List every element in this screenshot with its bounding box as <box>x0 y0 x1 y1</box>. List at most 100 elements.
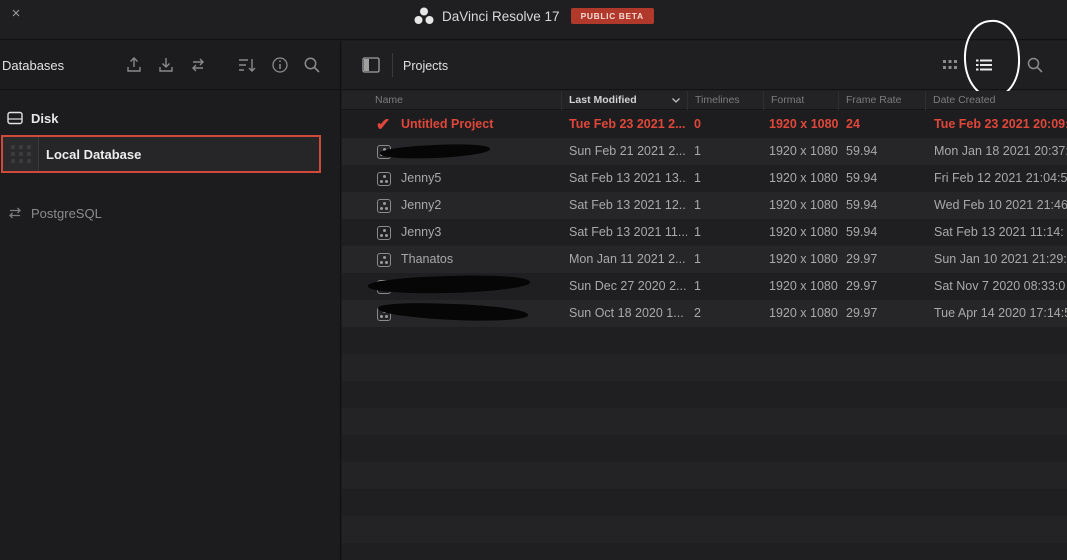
davinci-logo-icon <box>414 7 434 24</box>
empty-row <box>342 489 1067 516</box>
search-icon[interactable] <box>302 55 322 75</box>
column-header-format[interactable]: Format <box>764 91 839 110</box>
empty-row <box>342 408 1067 435</box>
table-row[interactable]: Jenny2 Sat Feb 13 2021 12... 1 1920 x 10… <box>342 192 1067 219</box>
info-icon[interactable] <box>270 55 290 75</box>
table-row[interactable]: Jenny3 Sat Feb 13 2021 11... 1 1920 x 10… <box>342 219 1067 246</box>
databases-panel: Databases Disk Local Database PostgreSQL <box>0 41 341 560</box>
empty-row <box>342 462 1067 489</box>
disk-section-header: Disk <box>0 107 58 129</box>
switch-database-icon[interactable] <box>188 55 208 75</box>
projects-panel: Projects Name Last Modified Timelines Fo… <box>342 18 1067 560</box>
format: 1920 x 1080 <box>769 279 838 293</box>
last-modified: Sat Feb 13 2021 11... <box>569 225 687 239</box>
format: 1920 x 1080 <box>769 198 838 212</box>
timelines: 0 <box>694 117 701 131</box>
table-row[interactable]: Thanatos Mon Jan 11 2021 2... 1 1920 x 1… <box>342 246 1067 273</box>
empty-row <box>342 381 1067 408</box>
project-name: Untitled Project <box>401 117 494 131</box>
public-beta-badge: PUBLIC BETA <box>570 8 654 24</box>
table-row[interactable]: Sun Oct 18 2020 1... 2 1920 x 1080 29.97… <box>342 300 1067 327</box>
title-bar: × DaVinci Resolve 17 PUBLIC BETA <box>0 0 1067 40</box>
project-name: Jenny2 <box>401 198 442 212</box>
date-created: Tue Apr 14 2020 17:14:5 <box>934 306 1067 320</box>
projects-title: Projects <box>403 59 449 73</box>
databases-header: Databases <box>0 41 340 90</box>
date-created: Mon Jan 18 2021 20:37: <box>934 144 1067 158</box>
timelines: 1 <box>694 144 701 158</box>
timelines: 1 <box>694 198 701 212</box>
sidebar-toggle-icon[interactable] <box>362 57 380 73</box>
frame-rate: 59.94 <box>846 225 878 239</box>
download-icon[interactable] <box>156 55 176 75</box>
table-row[interactable]: ✔ Untitled Project Tue Feb 23 2021 2... … <box>342 111 1067 138</box>
last-modified: Sun Oct 18 2020 1... <box>569 306 684 320</box>
date-created: Tue Feb 23 2021 20:09: <box>934 117 1067 131</box>
date-created: Fri Feb 12 2021 21:04:5 <box>934 171 1067 185</box>
date-created: Sat Nov 7 2020 08:33:0 <box>934 279 1066 293</box>
last-modified: Mon Jan 11 2021 2... <box>569 252 686 266</box>
column-header-last-modified-label: Last Modified <box>569 94 637 106</box>
database-item-local[interactable]: Local Database <box>1 135 321 173</box>
postgresql-label: PostgreSQL <box>31 205 102 221</box>
table-row[interactable]: Sun Dec 27 2020 2... 1 1920 x 1080 29.97… <box>342 273 1067 300</box>
column-header-last-modified[interactable]: Last Modified <box>562 91 688 110</box>
header-divider <box>392 53 393 77</box>
frame-rate: 29.97 <box>846 306 878 320</box>
column-header-name[interactable]: Name <box>368 91 562 110</box>
chevron-down-icon <box>672 98 680 103</box>
timelines: 1 <box>694 225 701 239</box>
network-icon <box>9 207 21 219</box>
project-name: Jenny5 <box>401 171 442 185</box>
frame-rate: 29.97 <box>846 279 878 293</box>
project-name: Thanatos <box>401 252 454 266</box>
format: 1920 x 1080 <box>769 306 838 320</box>
column-header-frame-rate[interactable]: Frame Rate <box>839 91 926 110</box>
format: 1920 x 1080 <box>769 252 838 266</box>
projects-table-body: ✔ Untitled Project Tue Feb 23 2021 2... … <box>342 111 1067 543</box>
project-name: Jenny3 <box>401 225 442 239</box>
date-created: Wed Feb 10 2021 21:46 <box>934 198 1067 212</box>
table-row[interactable]: Sun Feb 21 2021 2... 1 1920 x 1080 59.94… <box>342 138 1067 165</box>
search-projects-icon[interactable] <box>1026 56 1044 74</box>
projects-table-header: Name Last Modified Timelines Format Fram… <box>342 91 1067 110</box>
empty-row <box>342 435 1067 462</box>
project-icon <box>377 172 391 186</box>
close-icon[interactable]: × <box>9 6 23 21</box>
last-modified: Sun Feb 21 2021 2... <box>569 144 686 158</box>
date-created: Sat Feb 13 2021 11:14: <box>934 225 1064 239</box>
grid-view-icon[interactable] <box>942 58 958 72</box>
disk-icon <box>7 111 23 125</box>
timelines: 1 <box>694 171 701 185</box>
last-modified: Sat Feb 13 2021 13... <box>569 171 687 185</box>
databases-title: Databases <box>2 58 65 73</box>
column-header-date-created[interactable]: Date Created <box>926 91 1067 110</box>
sort-icon[interactable] <box>237 55 257 75</box>
app-title: DaVinci Resolve 17 <box>442 8 560 24</box>
last-modified: Sat Feb 13 2021 12... <box>569 198 687 212</box>
projects-header: Projects <box>342 18 1067 100</box>
format: 1920 x 1080 <box>769 144 838 158</box>
column-header-timelines[interactable]: Timelines <box>688 91 764 110</box>
empty-row <box>342 516 1067 543</box>
date-created: Sun Jan 10 2021 21:29:3 <box>934 252 1067 266</box>
postgresql-item[interactable]: PostgreSQL <box>0 203 102 223</box>
window-title-group: DaVinci Resolve 17 PUBLIC BETA <box>414 6 654 26</box>
empty-row <box>342 327 1067 354</box>
database-item-label: Local Database <box>46 147 142 162</box>
frame-rate: 24 <box>846 117 860 131</box>
project-icon <box>377 199 391 213</box>
frame-rate: 59.94 <box>846 144 878 158</box>
project-icon <box>377 253 391 267</box>
frame-rate: 59.94 <box>846 171 878 185</box>
format: 1920 x 1080 <box>769 225 838 239</box>
format: 1920 x 1080 <box>769 171 838 185</box>
last-modified: Sun Dec 27 2020 2... <box>569 279 687 293</box>
empty-row <box>342 354 1067 381</box>
disk-label: Disk <box>31 110 59 126</box>
upload-icon[interactable] <box>124 55 144 75</box>
checkmark-icon: ✔ <box>376 115 391 134</box>
format: 1920 x 1080 <box>769 117 839 131</box>
database-thumbnail <box>3 137 39 171</box>
table-row[interactable]: Jenny5 Sat Feb 13 2021 13... 1 1920 x 10… <box>342 165 1067 192</box>
